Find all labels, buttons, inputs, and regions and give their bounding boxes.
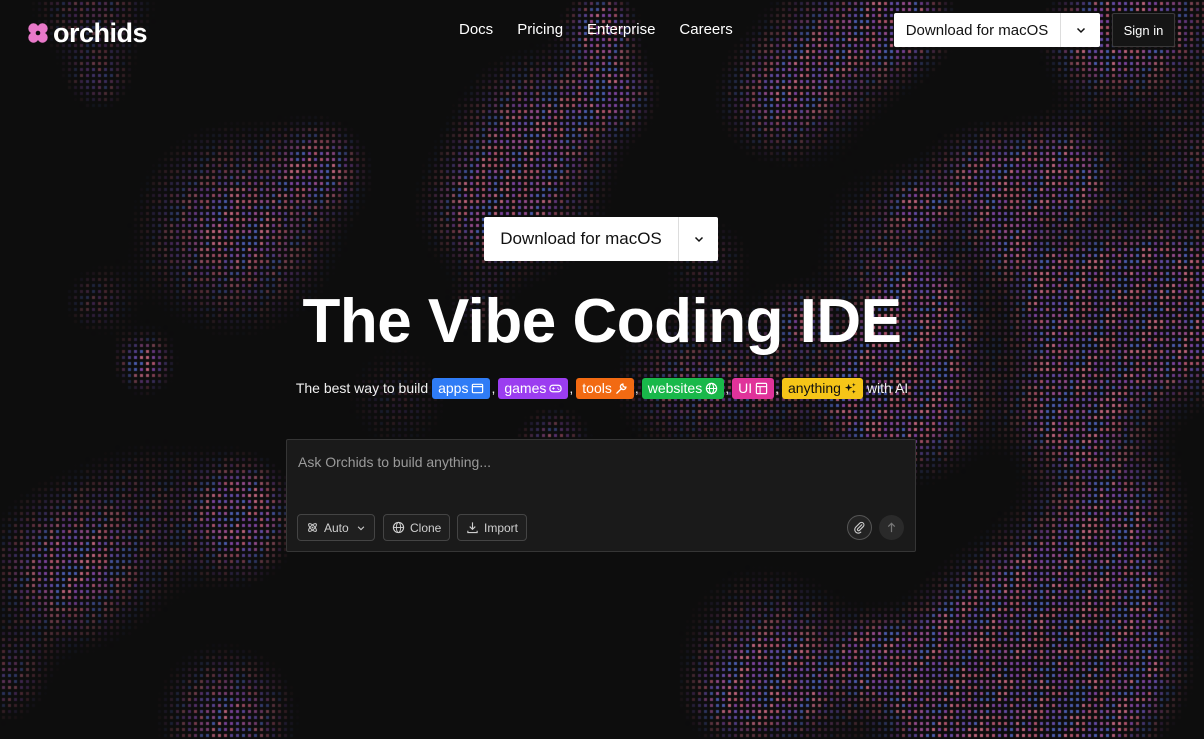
prompt-box[interactable]: Ask Orchids to build anything... Auto Cl… bbox=[286, 439, 916, 552]
header-download-split-button: Download for macOS bbox=[894, 13, 1100, 47]
tag-label: UI bbox=[738, 380, 753, 396]
attach-button[interactable] bbox=[847, 515, 872, 540]
layout-icon bbox=[755, 382, 768, 394]
tag-ui[interactable]: UI bbox=[732, 377, 775, 399]
tag-tools[interactable]: tools bbox=[576, 377, 634, 399]
comma: , bbox=[569, 380, 574, 396]
globe-icon bbox=[706, 382, 718, 394]
comma: , bbox=[775, 380, 779, 396]
sparkles-icon bbox=[844, 382, 856, 394]
hero-subtitle: The best way to build apps , games , too… bbox=[0, 377, 1204, 399]
globe-icon bbox=[392, 521, 405, 534]
orchid-flower-icon bbox=[28, 23, 48, 43]
clone-label: Clone bbox=[410, 520, 442, 535]
hero-download-dropdown-button[interactable] bbox=[678, 217, 718, 261]
brand-logo[interactable]: orchids bbox=[26, 18, 148, 48]
chevron-down-icon bbox=[694, 236, 703, 243]
tag-label: tools bbox=[582, 380, 612, 396]
download-icon bbox=[467, 522, 478, 534]
tag-anything[interactable]: anything bbox=[782, 377, 863, 399]
chevron-down-icon bbox=[1076, 27, 1085, 34]
window-icon bbox=[472, 383, 484, 393]
subtitle-suffix: with AI bbox=[866, 380, 909, 396]
tag-label: websites bbox=[647, 380, 703, 396]
hero-download-split-button: Download for macOS bbox=[484, 217, 718, 261]
chevron-down-icon bbox=[357, 525, 364, 530]
hero-title: The Vibe Coding IDE bbox=[302, 287, 902, 356]
nav-docs[interactable]: Docs bbox=[459, 21, 493, 39]
brand-name: orchids bbox=[53, 18, 148, 48]
dot-matrix-background bbox=[0, 0, 1204, 739]
mode-label: Auto bbox=[324, 520, 349, 535]
subtitle-prefix: The best way to build bbox=[295, 380, 429, 396]
tag-games[interactable]: games bbox=[498, 377, 569, 399]
gamepad-icon bbox=[549, 384, 563, 392]
main-nav: Docs Pricing Enterprise Careers bbox=[459, 21, 733, 39]
comma: , bbox=[634, 380, 639, 396]
import-button[interactable]: Import bbox=[457, 514, 528, 541]
header-download-button[interactable]: Download for macOS bbox=[894, 13, 1060, 47]
clone-button[interactable]: Clone bbox=[383, 514, 451, 541]
nav-enterprise[interactable]: Enterprise bbox=[587, 21, 655, 39]
atom-icon bbox=[308, 523, 317, 532]
wrench-icon bbox=[616, 382, 627, 394]
header-download-dropdown-button[interactable] bbox=[1060, 13, 1100, 47]
comma: , bbox=[491, 380, 496, 396]
sign-in-button[interactable]: Sign in bbox=[1112, 13, 1175, 47]
tag-label: anything bbox=[788, 380, 841, 396]
tag-label: apps bbox=[438, 380, 469, 396]
tag-label: games bbox=[504, 380, 547, 396]
paperclip-icon bbox=[854, 521, 865, 534]
tag-websites[interactable]: websites bbox=[641, 377, 725, 399]
import-label: Import bbox=[484, 520, 519, 535]
hero-download-button[interactable]: Download for macOS bbox=[484, 217, 678, 261]
comma: , bbox=[725, 380, 730, 396]
prompt-placeholder[interactable]: Ask Orchids to build anything... bbox=[298, 454, 491, 470]
send-button[interactable] bbox=[879, 515, 904, 540]
nav-pricing[interactable]: Pricing bbox=[517, 21, 563, 39]
mode-select[interactable]: Auto bbox=[297, 514, 375, 541]
tag-apps[interactable]: apps bbox=[432, 377, 491, 399]
arrow-up-icon bbox=[887, 522, 896, 533]
nav-careers[interactable]: Careers bbox=[679, 21, 732, 39]
